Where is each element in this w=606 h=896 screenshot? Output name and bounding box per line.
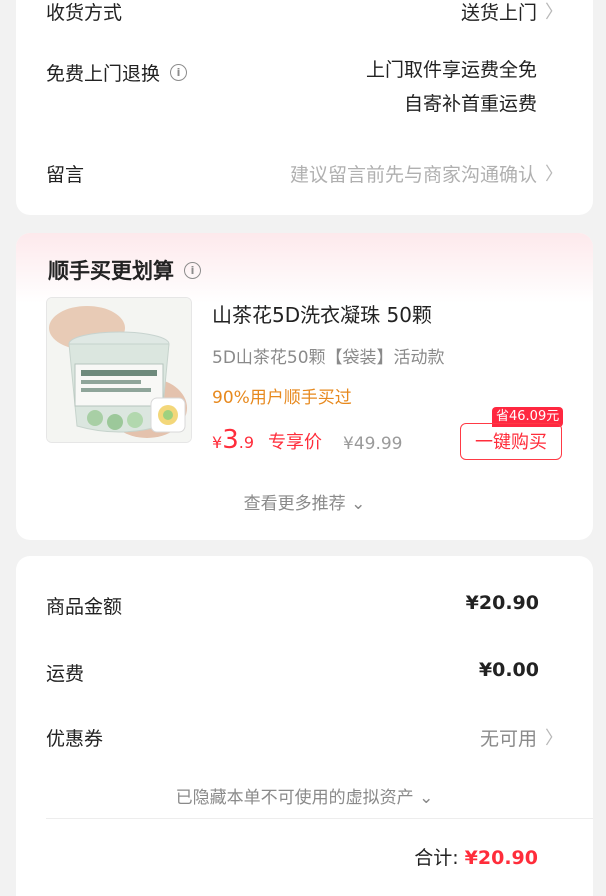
coupon-value: 无可用 [479, 728, 537, 750]
free-return-label-text: 免费上门退换 [46, 63, 161, 85]
chevron-down-icon: ⌄ [419, 788, 434, 808]
recommend-title: 顺手买更划算 i [48, 255, 201, 285]
recommend-card: 顺手买更划算 i 山茶花5D洗衣凝珠 50颗 5D山茶花50颗【袋装】活动款 90… [16, 233, 593, 540]
price-integer: 3 [222, 425, 239, 455]
chevron-right-icon: 〉 [545, 728, 563, 749]
info-icon[interactable]: i [170, 64, 188, 81]
message-label: 留言 [46, 164, 85, 186]
message-input[interactable]: 建议留言前先与商家沟通确认 [290, 160, 537, 187]
coupon-label: 优惠券 [46, 728, 104, 750]
goods-amount-label: 商品金额 [46, 596, 123, 618]
more-recommendations-text: 查看更多推荐 [243, 494, 346, 514]
product-spec: 5D山茶花50颗【袋装】活动款 [212, 348, 445, 368]
delivery-method-label: 收货方式 [46, 2, 123, 24]
info-icon[interactable]: i [184, 261, 201, 279]
price-label: 专享价 [268, 432, 322, 453]
product-image[interactable] [46, 297, 192, 443]
original-price: ¥49.99 [343, 434, 403, 454]
order-summary-card: 商品金额 ¥20.90 运费 ¥0.00 优惠券 无可用 〉 已隐藏本单不可使用… [16, 556, 593, 896]
delivery-card: 收货方式 送货上门 〉 免费上门退换 i 上门取件享运费全免 自寄补首重运费 留言… [16, 0, 593, 215]
product-tag: 90%用户顺手买过 [212, 388, 352, 408]
goods-amount-value: ¥20.90 [465, 592, 539, 614]
hidden-assets-text: 已隐藏本单不可使用的虚拟资产 [175, 788, 414, 808]
product-price: ¥3.9 专享价 [212, 425, 322, 455]
chevron-right-icon: 〉 [545, 164, 563, 185]
free-return-label: 免费上门退换 i [46, 59, 188, 86]
shipping-label: 运费 [46, 663, 85, 685]
more-recommendations-link[interactable]: 查看更多推荐 ⌄ [16, 489, 593, 514]
price-decimal: .9 [238, 433, 254, 452]
free-return-line1: 上门取件享运费全免 [365, 59, 537, 81]
order-total: 合计: ¥20.90 [414, 843, 538, 870]
delivery-method-value: 送货上门 [460, 2, 537, 24]
divider [46, 818, 593, 819]
chevron-down-icon: ⌄ [351, 494, 366, 514]
hidden-assets-note[interactable]: 已隐藏本单不可使用的虚拟资产 ⌄ [16, 783, 593, 808]
one-click-buy-button[interactable]: 一键购买 [460, 423, 562, 460]
free-return-line2: 自寄补首重运费 [403, 93, 537, 115]
shipping-value: ¥0.00 [478, 659, 539, 681]
total-label: 合计: [414, 847, 459, 869]
recommend-title-text: 顺手买更划算 [48, 259, 174, 283]
product-title[interactable]: 山茶花5D洗衣凝珠 50颗 [212, 299, 432, 328]
total-value: ¥20.90 [464, 847, 538, 869]
price-symbol: ¥ [212, 433, 223, 452]
free-return-value: 上门取件享运费全免 自寄补首重运费 [366, 53, 537, 121]
chevron-right-icon: 〉 [545, 2, 563, 23]
